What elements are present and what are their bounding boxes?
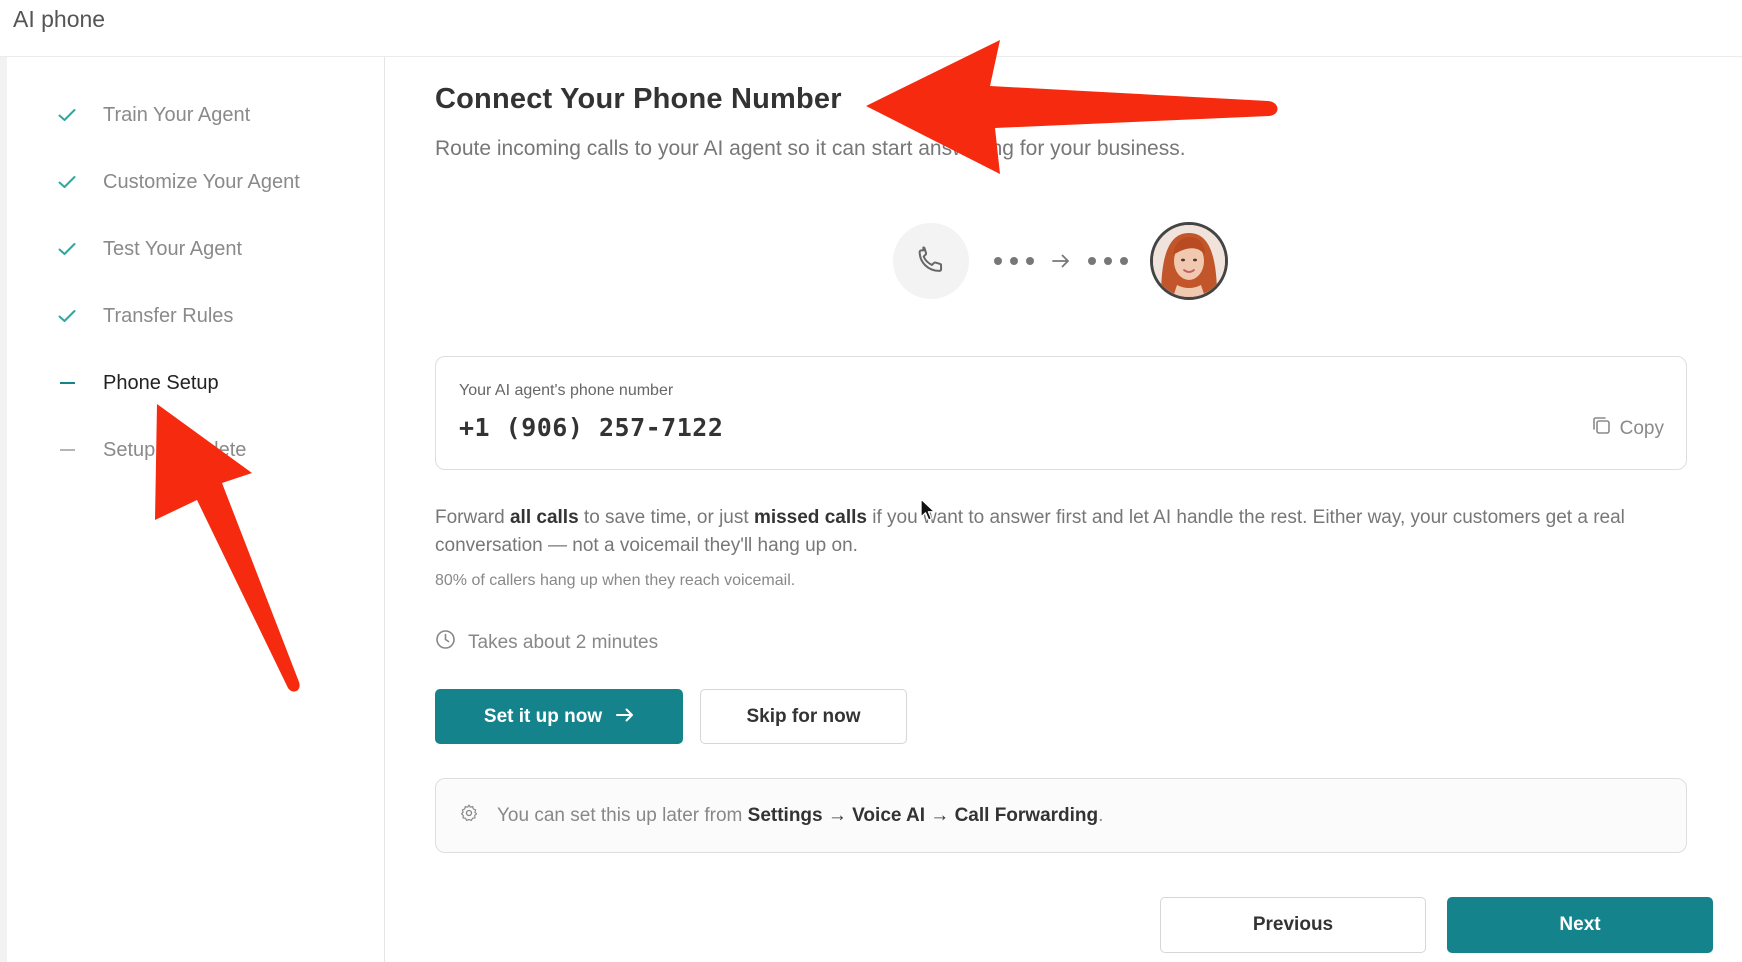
next-button[interactable]: Next [1447, 897, 1713, 953]
voicemail-stat-note: 80% of callers hang up when they reach v… [435, 572, 796, 589]
settings-path: Settings → Voice AI → Call Forwarding [747, 804, 1099, 826]
dash-icon [57, 382, 77, 384]
settings-info-box: You can set this up later from Settings … [435, 778, 1687, 853]
dots-right [1088, 257, 1128, 265]
clock-icon [435, 629, 456, 656]
arrow-right-icon [616, 706, 634, 728]
step-label: Test Your Agent [103, 237, 243, 260]
check-icon [57, 175, 77, 189]
dots-left [994, 257, 1034, 265]
phone-number-value: +1 (906) 257-7122 [459, 413, 724, 442]
skip-for-now-button[interactable]: Skip for now [700, 689, 907, 744]
page-title: Connect Your Phone Number [435, 83, 842, 115]
copy-icon [1591, 415, 1612, 442]
duration-info: Takes about 2 minutes [435, 629, 658, 656]
agent-avatar [1150, 222, 1228, 300]
copy-label: Copy [1619, 417, 1664, 439]
check-icon [57, 242, 77, 256]
copy-button[interactable]: Copy [1591, 415, 1664, 442]
page-subtitle: Route incoming calls to your AI agent so… [435, 137, 1186, 160]
settings-info-text: You can set this up later from Settings … [497, 804, 1104, 826]
step-label: Transfer Rules [103, 304, 234, 327]
step-customize-your-agent[interactable]: Customize Your Agent [57, 167, 300, 197]
phone-number-card: Your AI agent's phone number +1 (906) 25… [435, 356, 1687, 470]
set-it-up-label: Set it up now [483, 705, 603, 727]
dash-icon [57, 449, 77, 451]
mouse-cursor-icon [920, 498, 936, 521]
all-calls-emphasis: all calls [509, 507, 579, 528]
step-test-your-agent[interactable]: Test Your Agent [57, 234, 242, 264]
phone-number-label: Your AI agent's phone number [459, 382, 674, 399]
step-setup-complete[interactable]: Setup Complete [57, 435, 246, 465]
step-train-your-agent[interactable]: Train Your Agent [57, 100, 250, 130]
check-icon [57, 108, 77, 122]
step-label: Phone Setup [103, 371, 219, 394]
gear-icon [459, 803, 479, 829]
app-title: AI phone [13, 6, 106, 32]
step-transfer-rules[interactable]: Transfer Rules [57, 301, 233, 331]
step-label: Train Your Agent [103, 103, 251, 126]
forwarding-description: Forward all calls to save time, or just … [435, 507, 1625, 556]
step-label: Setup Complete [103, 438, 247, 461]
previous-button[interactable]: Previous [1160, 897, 1426, 953]
arrow-right-icon [1052, 254, 1070, 268]
sidebar-edge [0, 57, 7, 962]
missed-calls-emphasis: missed calls [753, 507, 867, 528]
phone-icon [893, 223, 969, 299]
call-flow-illustration [893, 222, 1228, 300]
check-icon [57, 309, 77, 323]
duration-text: Takes about 2 minutes [468, 631, 659, 653]
step-phone-setup[interactable]: Phone Setup [57, 368, 219, 398]
step-label: Customize Your Agent [103, 170, 300, 193]
top-bar: AI phone [0, 0, 1742, 57]
set-it-up-now-button[interactable]: Set it up now [435, 689, 683, 744]
